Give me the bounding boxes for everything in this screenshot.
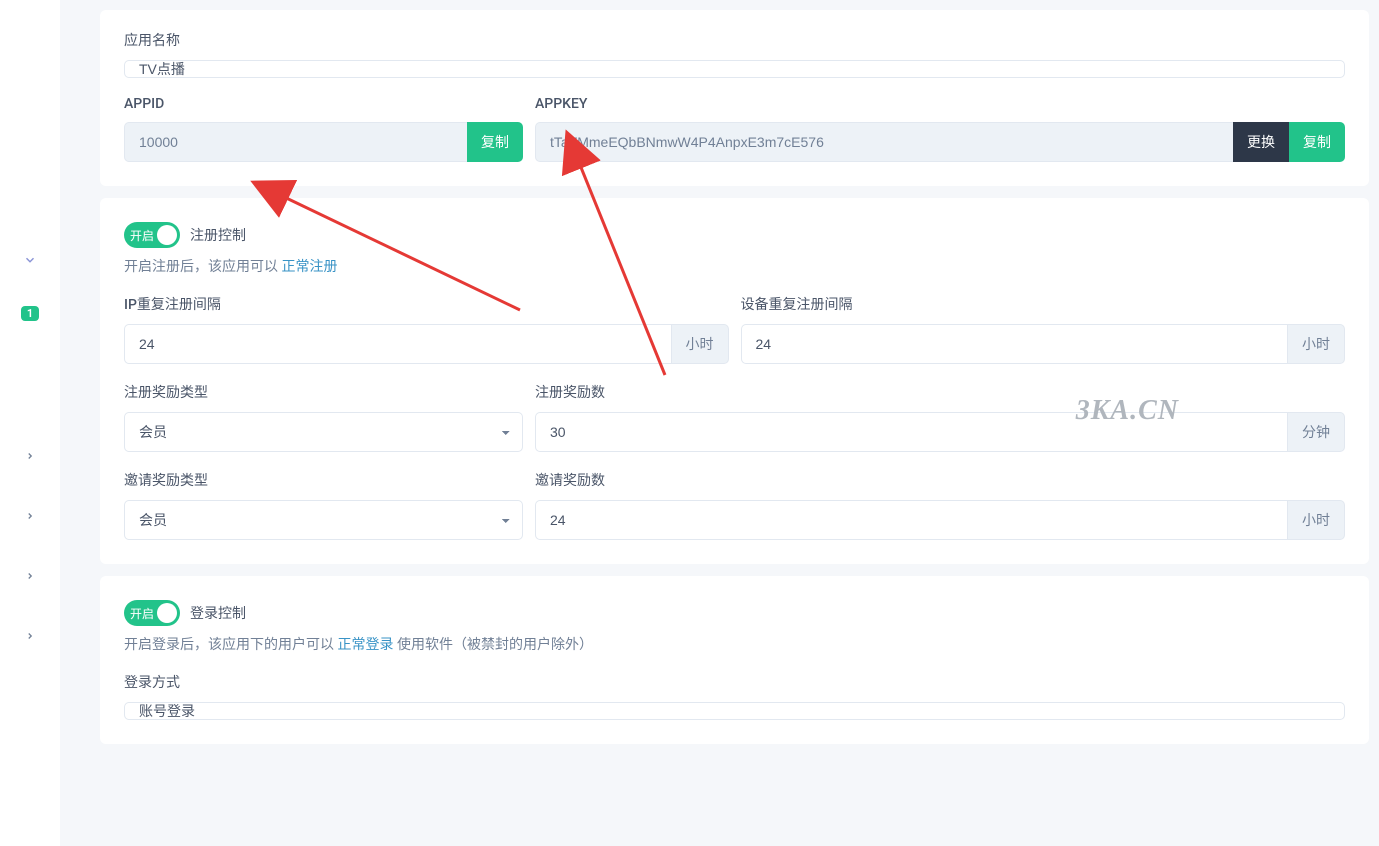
appkey-label: APPKEY [535,96,1345,112]
device-interval-input[interactable] [741,324,1288,364]
main-content: 应用名称 APPID 复制 APPKEY 更换 复制 [100,0,1369,846]
sidebar-chevron-1[interactable] [10,436,50,476]
reg-reward-type-select[interactable]: 会员 [124,412,523,452]
reg-reward-count-unit: 分钟 [1287,412,1345,452]
toggle-knob-icon [157,225,177,245]
sidebar-chevron-2[interactable] [10,496,50,536]
register-card: 开启 注册控制 开启注册后，该应用可以 正常注册 IP重复注册间隔 小时 设备重… [100,198,1369,564]
appkey-input[interactable] [535,122,1233,162]
sidebar: 1 [0,0,60,846]
invite-reward-count-label: 邀请奖励数 [535,470,1345,490]
invite-reward-type-label: 邀请奖励类型 [124,470,523,490]
login-hint-prefix: 开启登录后，该应用下的用户可以 [124,637,337,653]
register-title: 注册控制 [190,225,246,245]
reg-reward-type-label: 注册奖励类型 [124,382,523,402]
register-toggle[interactable]: 开启 [124,222,180,248]
badge: 1 [21,306,39,321]
sidebar-chevron-3[interactable] [10,556,50,596]
toggle-knob-icon [157,603,177,623]
login-title: 登录控制 [190,603,246,623]
appkey-copy-button[interactable]: 复制 [1289,122,1345,162]
login-toggle[interactable]: 开启 [124,600,180,626]
reg-reward-count-input[interactable] [535,412,1287,452]
reg-reward-count-label: 注册奖励数 [535,382,1345,402]
login-hint-suffix: 使用软件（被禁封的用户除外） [393,637,592,653]
device-interval-unit: 小时 [1287,324,1345,364]
sidebar-badge-item[interactable]: 1 [10,300,50,326]
register-hint: 开启注册后，该应用可以 正常注册 [124,256,1345,276]
app-info-card: 应用名称 APPID 复制 APPKEY 更换 复制 [100,10,1369,186]
login-method-label: 登录方式 [124,672,1345,692]
app-name-input[interactable] [124,60,1345,78]
ip-interval-label: IP重复注册间隔 [124,294,729,314]
login-hint-link[interactable]: 正常登录 [337,637,393,653]
appid-input[interactable] [124,122,467,162]
login-toggle-label: 开启 [130,605,154,622]
register-hint-prefix: 开启注册后，该应用可以 [124,259,281,275]
sidebar-chevron-4[interactable] [10,616,50,656]
login-method-select[interactable]: 账号登录 [124,702,1345,720]
login-hint: 开启登录后，该应用下的用户可以 正常登录 使用软件（被禁封的用户除外） [124,634,1345,654]
invite-reward-count-input[interactable] [535,500,1287,540]
register-toggle-label: 开启 [130,227,154,244]
appid-copy-button[interactable]: 复制 [467,122,523,162]
ip-interval-input[interactable] [124,324,671,364]
invite-reward-type-select[interactable]: 会员 [124,500,523,540]
app-name-label: 应用名称 [124,30,1345,50]
appid-label: APPID [124,96,523,112]
device-interval-label: 设备重复注册间隔 [741,294,1346,314]
invite-reward-count-unit: 小时 [1287,500,1345,540]
appkey-replace-button[interactable]: 更换 [1233,122,1289,162]
ip-interval-unit: 小时 [671,324,729,364]
register-hint-link[interactable]: 正常注册 [281,259,337,275]
sidebar-chevron-down[interactable] [10,240,50,280]
login-card: 开启 登录控制 开启登录后，该应用下的用户可以 正常登录 使用软件（被禁封的用户… [100,576,1369,744]
